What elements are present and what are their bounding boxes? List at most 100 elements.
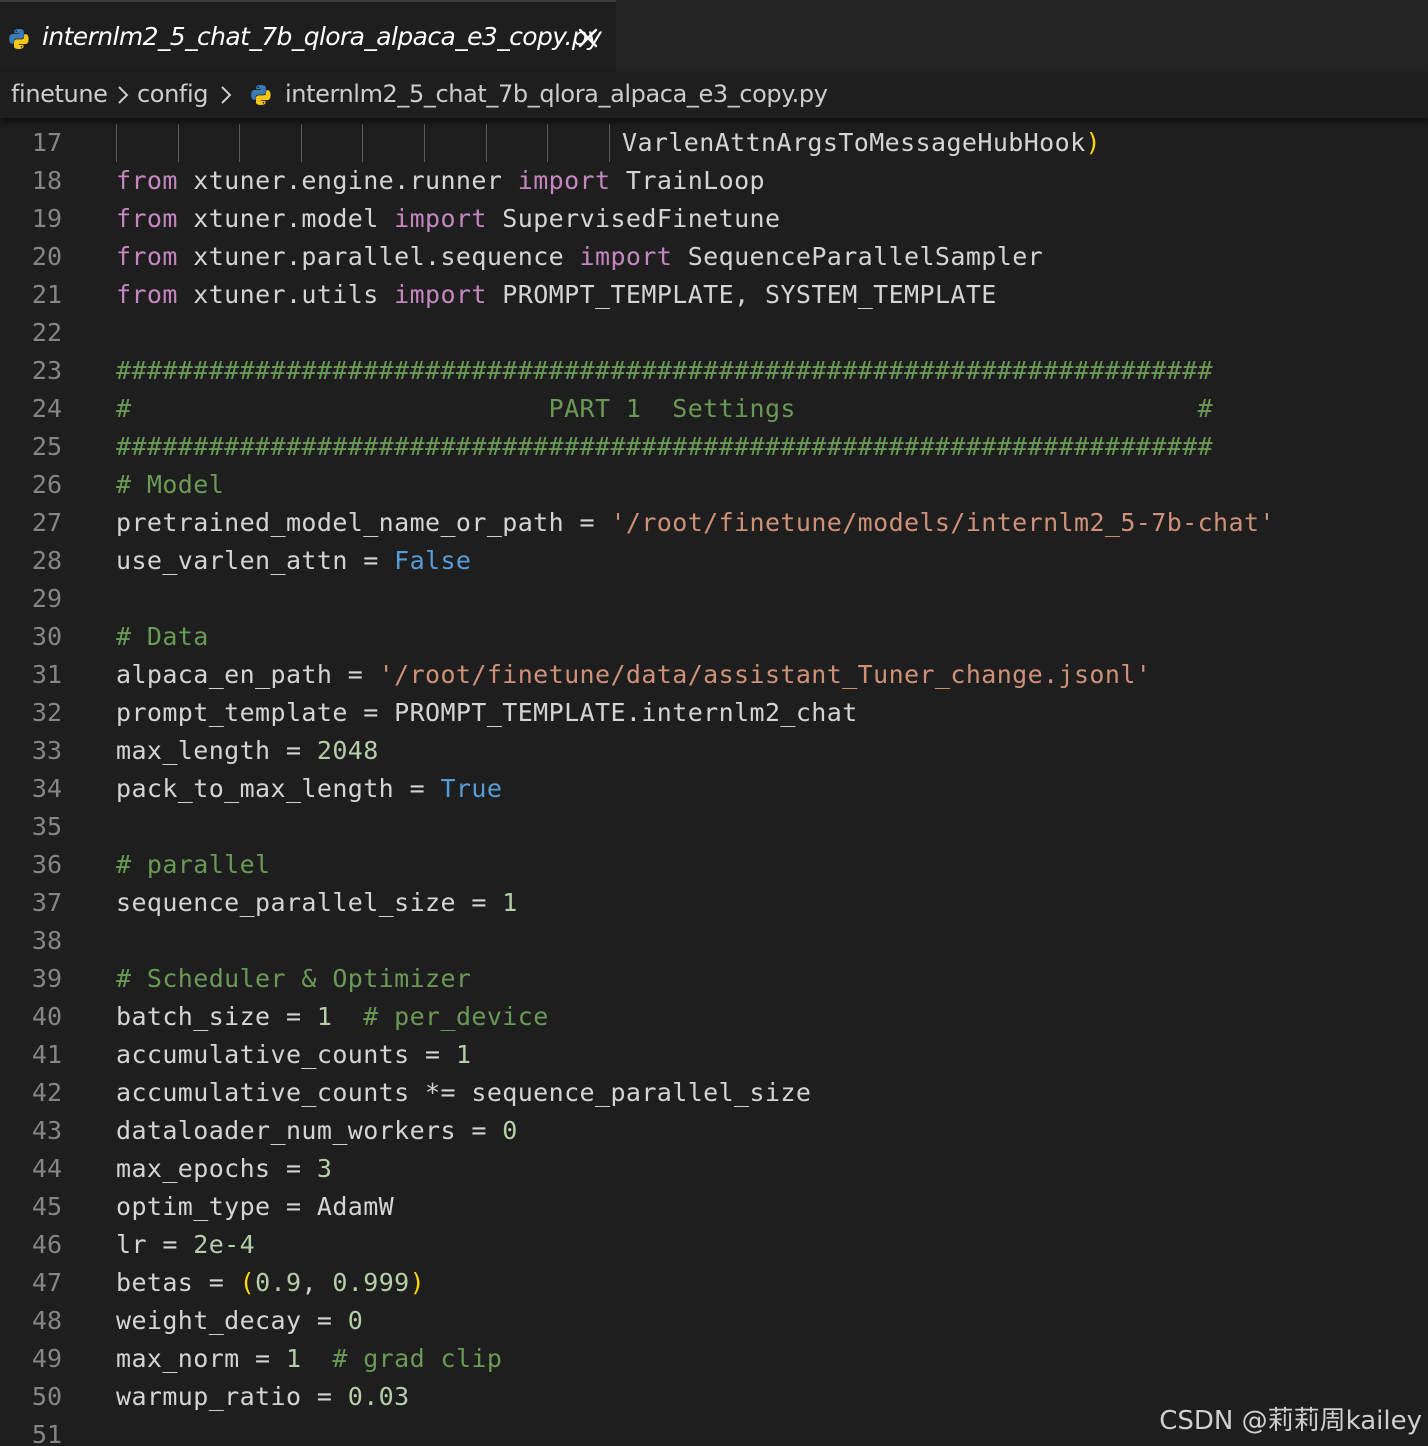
code-line[interactable]: 33 max_length = 2048 <box>0 732 1428 770</box>
code-token-text: lr = <box>116 1230 194 1259</box>
code-token-keyword: import <box>517 166 611 195</box>
code-text: from xtuner.model import SupervisedFinet… <box>116 200 780 238</box>
line-number: 43 <box>31 1116 62 1145</box>
line-number: 18 <box>31 166 62 195</box>
code-line[interactable]: 37 sequence_parallel_size = 1 <box>0 884 1428 922</box>
line-number: 39 <box>31 964 62 993</box>
code-line[interactable]: 18 from xtuner.engine.runner import Train… <box>0 162 1428 200</box>
code-token-text: use_varlen_attn = <box>116 546 395 575</box>
code-token-comment: # per_device <box>363 1002 549 1031</box>
code-token-text: PROMPT_TEMPLATE, SYSTEM_TEMPLATE <box>486 280 997 309</box>
code-line[interactable]: 40 batch_size = 1 # per_device <box>0 998 1428 1036</box>
code-line[interactable]: 45 optim_type = AdamW <box>0 1188 1428 1226</box>
line-number: 46 <box>31 1230 62 1259</box>
code-line[interactable]: 17 VarlenAttnArgsToMessageHubHook) <box>0 124 1428 162</box>
code-token-number: 0.03 <box>347 1382 410 1411</box>
code-text: # parallel <box>116 846 271 884</box>
indent-guide <box>362 124 363 162</box>
code-line[interactable]: 48 weight_decay = 0 <box>0 1302 1428 1340</box>
line-number: 25 <box>31 432 62 461</box>
code-line[interactable]: 23 ######################################… <box>0 352 1428 390</box>
code-editor[interactable]: 17 VarlenAttnArgsToMessageHubHook) 18 from … <box>0 118 1428 1446</box>
code-text: dataloader_num_workers = 0 <box>116 1112 518 1150</box>
line-number: 29 <box>31 584 62 613</box>
code-line[interactable]: 44 max_epochs = 3 <box>0 1150 1428 1188</box>
code-text: lr = 2e-4 <box>116 1226 255 1264</box>
code-line[interactable]: 30 # Data <box>0 618 1428 656</box>
line-number: 21 <box>31 280 62 309</box>
code-token-comment: # grad clip <box>332 1344 503 1373</box>
code-line[interactable]: 21 from xtuner.utils import PROMPT_TEMPLA… <box>0 276 1428 314</box>
code-token-text: accumulative_counts *= sequence_parallel… <box>116 1078 812 1107</box>
code-text: accumulative_counts = 1 <box>116 1036 471 1074</box>
code-token-text: TrainLoop <box>610 166 765 195</box>
code-text: from xtuner.parallel.sequence import Seq… <box>116 238 1043 276</box>
breadcrumb: finetune config internlm2_5_chat_7b_qlor… <box>0 72 1428 118</box>
code-token-number: 0 <box>347 1306 364 1335</box>
code-token-text: xtuner.engine.runner <box>177 166 518 195</box>
line-number: 49 <box>31 1344 62 1373</box>
code-line[interactable]: 19 from xtuner.model import SupervisedFin… <box>0 200 1428 238</box>
code-token-text: SequenceParallelSampler <box>672 242 1044 271</box>
breadcrumb-item-config[interactable]: config <box>137 80 208 108</box>
code-token-number: 3 <box>316 1154 333 1183</box>
code-line[interactable]: 42 accumulative_counts *= sequence_parall… <box>0 1074 1428 1112</box>
code-line[interactable]: 41 accumulative_counts = 1 <box>0 1036 1428 1074</box>
code-line[interactable]: 47 betas = (0.9, 0.999) <box>0 1264 1428 1302</box>
code-token-comment: # PART 1 Settings # <box>116 394 1214 423</box>
indent-guide <box>239 124 240 162</box>
code-line[interactable]: 49 max_norm = 1 # grad clip <box>0 1340 1428 1378</box>
code-token-number: 2e-4 <box>193 1230 256 1259</box>
line-number: 17 <box>31 128 62 157</box>
breadcrumb-item-file[interactable]: internlm2_5_chat_7b_qlora_alpaca_e3_copy… <box>285 80 828 108</box>
breadcrumb-item-finetune[interactable]: finetune <box>11 80 108 108</box>
code-line[interactable]: 22 <box>0 314 1428 352</box>
python-icon <box>251 85 271 105</box>
code-token-keyword: import <box>394 204 487 233</box>
code-text: # Data <box>116 618 209 656</box>
code-line[interactable]: 43 dataloader_num_workers = 0 <box>0 1112 1428 1150</box>
code-line[interactable]: 32 prompt_template = PROMPT_TEMPLATE.inte… <box>0 694 1428 732</box>
code-line[interactable]: 27 pretrained_model_name_or_path = '/root… <box>0 504 1428 542</box>
code-text: max_epochs = 3 <box>116 1150 332 1188</box>
code-text: ########################################… <box>116 428 1213 466</box>
code-text: # Scheduler & Optimizer <box>116 960 471 998</box>
code-text: from xtuner.utils import PROMPT_TEMPLATE… <box>116 276 997 314</box>
line-number: 51 <box>31 1420 62 1446</box>
code-line[interactable]: 29 <box>0 580 1428 618</box>
code-line[interactable]: 39 # Scheduler & Optimizer <box>0 960 1428 998</box>
code-token-comment: # Data <box>116 622 209 651</box>
line-number: 30 <box>31 622 62 651</box>
editor-tab-active[interactable]: internlm2_5_chat_7b_qlora_alpaca_e3_copy… <box>0 0 616 72</box>
line-number: 31 <box>31 660 62 689</box>
code-line[interactable]: 36 # parallel <box>0 846 1428 884</box>
code-token-text: max_epochs = <box>116 1154 317 1183</box>
close-icon[interactable] <box>576 26 600 50</box>
code-line[interactable]: 31 alpaca_en_path = '/root/finetune/data/… <box>0 656 1428 694</box>
line-number: 44 <box>31 1154 62 1183</box>
code-line[interactable]: 35 <box>0 808 1428 846</box>
code-line[interactable]: 34 pack_to_max_length = True <box>0 770 1428 808</box>
code-token-string: '/root/finetune/data/assistant_Tuner_cha… <box>378 660 1152 689</box>
line-number: 32 <box>31 698 62 727</box>
code-token-keyword: import <box>394 280 487 309</box>
code-line[interactable]: 20 from xtuner.parallel.sequence import S… <box>0 238 1428 276</box>
line-number: 41 <box>31 1040 62 1069</box>
code-token-text: xtuner.utils <box>177 280 395 309</box>
code-line[interactable]: 24 # PART 1 Settings # <box>0 390 1428 428</box>
code-text: weight_decay = 0 <box>116 1302 363 1340</box>
code-text: accumulative_counts *= sequence_parallel… <box>116 1074 811 1112</box>
code-token-number: 0.999 <box>332 1268 410 1297</box>
code-token-text: , <box>301 1268 333 1297</box>
code-line[interactable]: 28 use_varlen_attn = False <box>0 542 1428 580</box>
line-number: 23 <box>31 356 62 385</box>
code-line[interactable]: 26 # Model <box>0 466 1428 504</box>
code-token-text: xtuner.parallel.sequence <box>177 242 580 271</box>
line-number: 45 <box>31 1192 62 1221</box>
code-token-text: max_length = <box>116 736 317 765</box>
code-line[interactable]: 25 ######################################… <box>0 428 1428 466</box>
watermark: CSDN @莉莉周kailey <box>1159 1406 1422 1436</box>
code-line[interactable]: 38 <box>0 922 1428 960</box>
line-number: 48 <box>31 1306 62 1335</box>
code-line[interactable]: 46 lr = 2e-4 <box>0 1226 1428 1264</box>
